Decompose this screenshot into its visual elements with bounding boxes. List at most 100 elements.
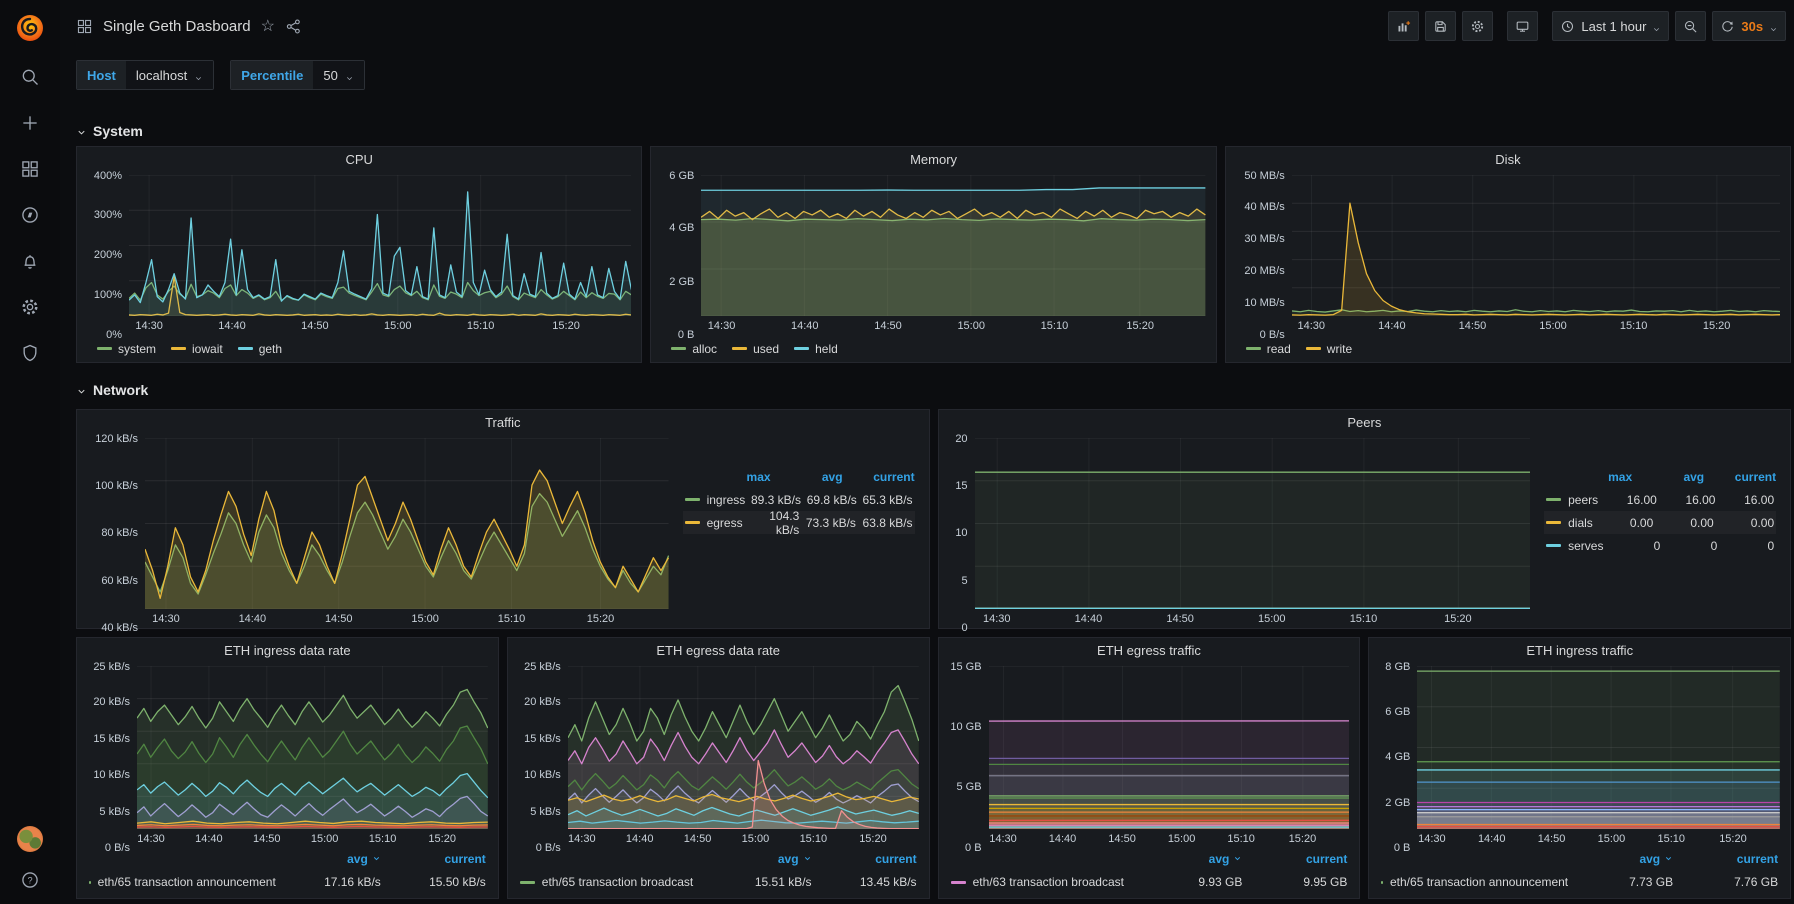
panel-title[interactable]: ETH ingress traffic <box>1369 638 1790 664</box>
legend-item[interactable]: alloc <box>671 342 717 356</box>
plot-area[interactable] <box>701 175 1205 316</box>
legend-row: peers 16.00 16.00 16.00 <box>1544 488 1776 511</box>
series-swatch <box>732 347 747 350</box>
variable-host[interactable]: Host localhost <box>76 60 214 90</box>
y-tick-label: 6 GB <box>1385 706 1410 718</box>
variable-host-value[interactable]: localhost <box>126 61 213 89</box>
dashboards-icon[interactable] <box>20 159 40 179</box>
row-header-network[interactable]: Network <box>76 375 1791 405</box>
y-tick-label: 50 MB/s <box>1244 170 1284 182</box>
y-axis-labels: 0 B5 GB10 GB15 GB <box>945 666 989 848</box>
plot-area[interactable] <box>1292 175 1780 316</box>
chevron-down-icon <box>372 852 381 866</box>
legend-table-header: max avg current <box>1544 466 1776 488</box>
time-range-picker[interactable]: Last 1 hour <box>1552 11 1669 41</box>
legend-item[interactable]: used <box>732 342 779 356</box>
plot-area[interactable] <box>1417 666 1780 829</box>
y-axis-labels: 0 B2 GB4 GB6 GB <box>657 175 701 335</box>
y-tick-label: 10 <box>955 527 967 539</box>
y-tick-label: 15 <box>955 480 967 492</box>
variable-percentile-value[interactable]: 50 <box>313 61 363 89</box>
x-tick-label: 15:20 <box>1444 613 1472 625</box>
y-tick-label: 15 kB/s <box>93 733 130 745</box>
share-icon[interactable] <box>285 18 302 35</box>
x-tick-label: 15:20 <box>587 613 615 625</box>
panel-title[interactable]: ETH egress data rate <box>508 638 929 664</box>
help-icon[interactable]: ? <box>20 870 40 890</box>
row-title-system: System <box>93 123 143 139</box>
y-tick-label: 5 kB/s <box>530 806 561 818</box>
x-tick-label: 14:40 <box>791 320 819 332</box>
refresh-button[interactable]: 30s <box>1712 11 1786 41</box>
x-axis-labels: 14:3014:4014:5015:0015:1015:20 <box>1417 829 1780 848</box>
favorite-star-icon[interactable]: ☆ <box>261 16 275 36</box>
y-tick-label: 6 GB <box>669 170 694 182</box>
panel-title[interactable]: ETH egress traffic <box>939 638 1360 664</box>
x-tick-label: 15:00 <box>384 320 412 332</box>
add-panel-button[interactable] <box>1388 11 1419 41</box>
legend-item[interactable]: read <box>1246 342 1291 356</box>
legend-stats-header: avg current <box>951 848 1348 870</box>
panel-title[interactable]: CPU <box>77 147 641 173</box>
y-tick-label: 120 kB/s <box>95 433 138 445</box>
legend-stats: avg current eth/65 transaction broadcast… <box>508 848 929 898</box>
panel-title[interactable]: Disk <box>1226 147 1790 173</box>
add-icon[interactable] <box>20 113 40 133</box>
x-axis-labels: 14:3014:4014:5015:0015:1015:20 <box>145 609 669 628</box>
plot-area[interactable] <box>989 666 1350 829</box>
y-tick-label: 0 B/s <box>536 842 561 854</box>
legend-item[interactable]: system <box>97 342 156 356</box>
user-avatar[interactable] <box>17 826 43 852</box>
x-tick-label: 15:00 <box>411 613 439 625</box>
x-tick-label: 15:20 <box>1289 833 1317 845</box>
panel-title[interactable]: Memory <box>651 147 1215 173</box>
legend-stats: avg current eth/65 transaction announcem… <box>1369 848 1790 898</box>
series-swatch <box>1546 498 1561 501</box>
legend-item[interactable]: geth <box>238 342 282 356</box>
x-tick-label: 15:00 <box>1168 833 1196 845</box>
x-tick-label: 14:30 <box>135 320 163 332</box>
plot-area[interactable] <box>137 666 488 829</box>
zoom-out-time-button[interactable] <box>1675 11 1706 41</box>
legend-item[interactable]: iowait <box>171 342 223 356</box>
x-tick-label: 14:50 <box>1538 833 1566 845</box>
series-swatch <box>1546 521 1561 524</box>
legend-item[interactable]: held <box>794 342 838 356</box>
grafana-logo[interactable] <box>13 11 47 45</box>
x-tick-label: 14:40 <box>626 833 654 845</box>
dashboard-title[interactable]: Single Geth Dasboard <box>103 18 251 35</box>
plot-area[interactable] <box>975 438 1531 609</box>
y-tick-label: 400% <box>94 170 122 182</box>
plot-area[interactable] <box>129 175 631 316</box>
plot-area[interactable] <box>568 666 919 829</box>
row-header-system[interactable]: System <box>76 116 1791 146</box>
panel-title[interactable]: ETH ingress data rate <box>77 638 498 664</box>
legend-item[interactable]: write <box>1306 342 1352 356</box>
peers-chart <box>975 438 1531 609</box>
dashboard-grid-icon <box>76 18 93 35</box>
explore-compass-icon[interactable] <box>20 205 40 225</box>
search-icon[interactable] <box>20 67 40 87</box>
variable-percentile[interactable]: Percentile 50 <box>230 60 365 90</box>
configuration-gear-icon[interactable] <box>20 297 40 317</box>
y-tick-label: 20 <box>955 433 967 445</box>
panel-title[interactable]: Peers <box>939 410 1791 436</box>
eth-egress-rate-chart <box>568 666 919 829</box>
y-tick-label: 2 GB <box>1385 797 1410 809</box>
y-tick-label: 0 B <box>678 329 695 341</box>
series-swatch <box>1381 881 1383 884</box>
dashboard-settings-button[interactable] <box>1462 11 1493 41</box>
panel-title[interactable]: Traffic <box>77 410 929 436</box>
x-tick-label: 14:50 <box>301 320 329 332</box>
y-tick-label: 40 MB/s <box>1244 201 1284 213</box>
server-admin-shield-icon[interactable] <box>20 343 40 363</box>
plot-area[interactable] <box>145 438 669 609</box>
save-dashboard-button[interactable] <box>1425 11 1456 41</box>
x-tick-label: 15:10 <box>1227 833 1255 845</box>
cycle-view-tv-button[interactable] <box>1507 11 1538 41</box>
dashboard-variables-row: Host localhost Percentile 50 <box>60 52 1794 98</box>
alerting-bell-icon[interactable] <box>20 251 40 271</box>
y-tick-label: 30 MB/s <box>1244 233 1284 245</box>
legend-table: max avg current peers 16.00 16.00 16.00 <box>1540 436 1790 628</box>
x-tick-label: 15:10 <box>1350 613 1378 625</box>
